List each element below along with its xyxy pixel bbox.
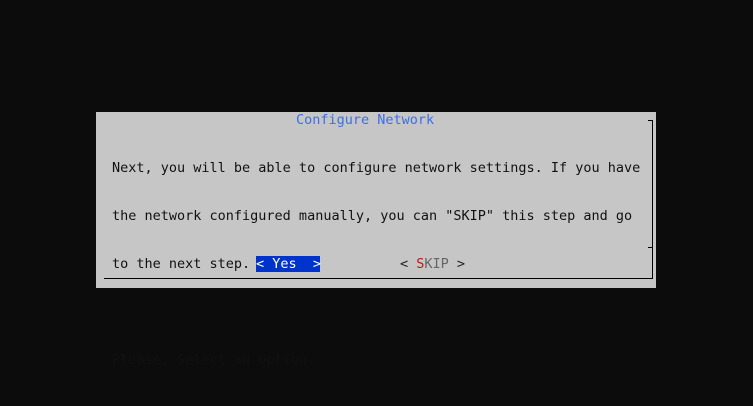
skip-button-right-bracket: > xyxy=(448,256,466,272)
dialog-frame-notch xyxy=(648,247,653,248)
dialog-message: Next, you will be able to configure netw… xyxy=(112,128,648,384)
dialog-title: Configure Network xyxy=(296,112,435,128)
yes-button-label: Yes xyxy=(264,256,305,272)
message-line xyxy=(112,304,648,320)
skip-button-left-bracket: < xyxy=(400,256,417,272)
dialog-frame-right xyxy=(652,124,653,278)
yes-button-right-bracket: > xyxy=(304,256,322,272)
yes-button[interactable]: < Yes > xyxy=(256,256,322,272)
message-line: Next, you will be able to configure netw… xyxy=(112,160,641,176)
message-line: the network configured manually, you can… xyxy=(112,208,633,224)
yes-button-left-bracket: < xyxy=(256,256,265,272)
message-line: Please, Select an option. xyxy=(112,352,316,368)
skip-button[interactable]: < SKIP > xyxy=(400,256,466,272)
message-line: to the next step. xyxy=(112,256,251,272)
skip-button-label: KIP xyxy=(424,256,449,272)
